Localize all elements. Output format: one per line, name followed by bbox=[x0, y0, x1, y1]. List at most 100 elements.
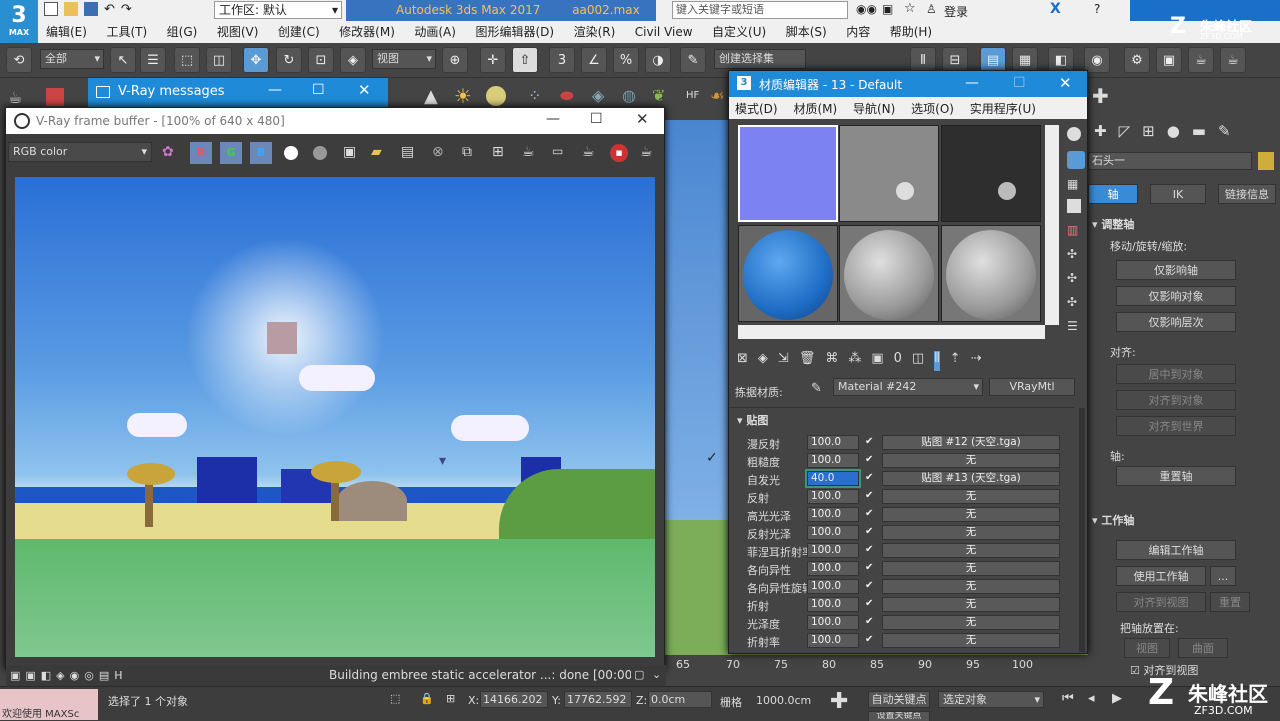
window-crossing-icon[interactable]: ◫ bbox=[206, 47, 232, 73]
backlight-icon[interactable] bbox=[1067, 151, 1085, 169]
map-enable-checkbox[interactable]: ✔ bbox=[865, 598, 876, 609]
user-icon[interactable]: ♙ bbox=[926, 2, 937, 16]
menu-group[interactable]: 组(G) bbox=[159, 21, 206, 42]
material-id-icon[interactable]: ▣ bbox=[871, 351, 883, 371]
percent-snap-icon[interactable]: % bbox=[613, 47, 639, 73]
map-enable-checkbox[interactable]: ✔ bbox=[865, 544, 876, 555]
map-slot-button[interactable]: 无 bbox=[882, 597, 1060, 612]
map-slot-button[interactable]: 无 bbox=[882, 453, 1060, 468]
map-enable-checkbox[interactable]: ✔ bbox=[865, 616, 876, 627]
tab-pivot[interactable]: 轴 bbox=[1088, 184, 1138, 204]
app-logo[interactable]: 3 MAX bbox=[0, 0, 38, 43]
uv-tiling-icon[interactable] bbox=[1067, 199, 1081, 213]
align-to-world-button[interactable]: 对齐到世界 bbox=[1116, 416, 1236, 436]
map-amount-field[interactable]: 100.0 bbox=[807, 615, 859, 630]
map-amount-field[interactable]: 100.0 bbox=[807, 543, 859, 558]
show-end-result-icon[interactable]: ⫴ bbox=[934, 351, 940, 371]
map-amount-field[interactable]: 40.0 bbox=[805, 469, 861, 488]
ornament-icon[interactable]: ◈ bbox=[592, 86, 604, 105]
maps-rollout-header[interactable]: ▾ 贴图 bbox=[737, 412, 768, 428]
maps-scrollbar[interactable] bbox=[1079, 408, 1085, 652]
grass-icon[interactable]: ❦ bbox=[652, 86, 665, 105]
move-icon[interactable]: ✥ bbox=[243, 47, 269, 73]
rendered-frame-icon[interactable]: ▣ bbox=[1156, 47, 1182, 73]
slots-scrollbar[interactable] bbox=[1045, 125, 1059, 325]
make-preview-icon[interactable]: ✣ bbox=[1067, 247, 1077, 261]
timeline-ruler[interactable]: 65 70 75 80 85 90 95 100 bbox=[660, 655, 1090, 675]
map-amount-field[interactable]: 100.0 bbox=[807, 525, 859, 540]
map-slot-button[interactable]: 贴图 #12 (天空.tga) bbox=[882, 435, 1060, 450]
map-enable-checkbox[interactable]: ✔ bbox=[865, 526, 876, 537]
edit-working-pivot-button[interactable]: 编辑工作轴 bbox=[1116, 540, 1236, 560]
map-enable-checkbox[interactable]: ✔ bbox=[865, 436, 876, 447]
stop-icon[interactable]: ■ bbox=[610, 144, 628, 162]
show-map-icon[interactable]: ◫ bbox=[912, 351, 924, 371]
mono-icon[interactable] bbox=[313, 146, 327, 160]
auto-key-button[interactable]: 自动关键点 bbox=[868, 691, 930, 708]
vfb-history-icon[interactable]: ▭ bbox=[552, 144, 563, 158]
edit-named-sets-icon[interactable]: ✎ bbox=[680, 47, 706, 73]
color-channels-icon[interactable]: ✿ bbox=[162, 144, 174, 160]
angle-snap-icon[interactable]: ∠ bbox=[581, 47, 607, 73]
open-icon[interactable] bbox=[64, 2, 78, 16]
modify-tab-icon[interactable]: ◸ bbox=[1119, 122, 1131, 148]
material-name-dropdown[interactable]: Material #242 ▾ bbox=[833, 378, 983, 396]
sample-type-icon[interactable] bbox=[1067, 127, 1081, 141]
sample-slot[interactable] bbox=[941, 125, 1041, 222]
map-enable-checkbox[interactable]: ✔ bbox=[865, 490, 876, 501]
teapot-icon[interactable]: ☕ bbox=[640, 144, 653, 160]
keyboard-shortcut-icon[interactable]: ⇧ bbox=[512, 47, 538, 73]
snaps-toggle-icon[interactable]: 3 bbox=[549, 47, 575, 73]
map-slot-button[interactable]: 无 bbox=[882, 489, 1060, 504]
map-enable-checkbox[interactable]: ✔ bbox=[865, 580, 876, 591]
set-key-button[interactable]: 设置关键点 bbox=[868, 711, 930, 721]
place-pivot-surface-button[interactable]: 曲面 bbox=[1178, 638, 1228, 658]
map-enable-checkbox[interactable]: ✔ bbox=[865, 634, 876, 645]
options-icon[interactable]: ✣ bbox=[1067, 271, 1077, 285]
map-slot-button[interactable]: 无 bbox=[882, 561, 1060, 576]
sun-icon[interactable]: ☀ bbox=[454, 84, 472, 108]
menu-content[interactable]: 内容 bbox=[838, 21, 878, 42]
close-icon[interactable]: ✕ bbox=[636, 110, 649, 128]
utilities-tab-icon[interactable]: ✎ bbox=[1218, 122, 1231, 148]
lock-icon[interactable]: 🔒 bbox=[420, 692, 434, 705]
green-channel-button[interactable]: G bbox=[220, 142, 242, 164]
sample-slot[interactable] bbox=[738, 225, 838, 322]
background-icon[interactable]: ▦ bbox=[1067, 177, 1078, 191]
chevron-down-icon[interactable]: ⌄ bbox=[652, 668, 661, 681]
map-slot-button[interactable]: 无 bbox=[882, 543, 1060, 558]
scale-icon[interactable]: ⊡ bbox=[308, 47, 334, 73]
select-by-name-icon[interactable]: ☰ bbox=[140, 47, 166, 73]
new-icon[interactable] bbox=[44, 2, 58, 16]
make-unique-icon[interactable]: ⌘ bbox=[825, 351, 838, 371]
sample-slot[interactable] bbox=[839, 125, 939, 222]
sample-slot[interactable] bbox=[941, 225, 1041, 322]
vray-messages-window[interactable]: V-Ray messages — ☐ ✕ bbox=[88, 78, 388, 110]
menu-views[interactable]: 视图(V) bbox=[209, 21, 267, 42]
delete-icon[interactable]: 🗑 bbox=[799, 351, 816, 371]
search-input[interactable]: 键入关键字或短语 bbox=[672, 1, 848, 19]
tab-link-info[interactable]: 链接信息 bbox=[1218, 184, 1276, 204]
reset-button[interactable]: 重置 bbox=[1210, 592, 1250, 612]
rotate-icon[interactable]: ↻ bbox=[276, 47, 302, 73]
map-slot-button[interactable]: 贴图 #13 (天空.tga) bbox=[882, 471, 1060, 486]
map-slot-button[interactable]: 无 bbox=[882, 579, 1060, 594]
reference-coord-dropdown[interactable]: 视图 ▾ bbox=[372, 49, 436, 69]
selection-filter-dropdown[interactable]: 全部 ▾ bbox=[40, 49, 104, 69]
material-navigator-icon[interactable]: ☰ bbox=[1067, 319, 1078, 333]
binoculars-icon[interactable]: ◉◉ bbox=[856, 2, 877, 16]
named-selection-dropdown[interactable]: 创建选择集 bbox=[714, 49, 806, 69]
minimize-icon[interactable]: — bbox=[268, 82, 282, 98]
material-type-button[interactable]: VRayMtl bbox=[989, 378, 1075, 396]
map-slot-button[interactable]: 无 bbox=[882, 633, 1060, 648]
material-editor-window[interactable]: 3 材质编辑器 - 13 - Default — ☐ ✕ 模式(D) 材质(M)… bbox=[728, 70, 1088, 654]
map-amount-field[interactable]: 100.0 bbox=[807, 507, 859, 522]
sample-slot[interactable] bbox=[839, 225, 939, 322]
menu-graph-editors[interactable]: 图形编辑器(D) bbox=[467, 21, 562, 42]
abs-mode-icon[interactable]: ⊞ bbox=[446, 692, 455, 705]
mat-menu-material[interactable]: 材质(M) bbox=[787, 97, 843, 120]
menu-customize[interactable]: 自定义(U) bbox=[704, 21, 774, 42]
material-id-zero-icon[interactable]: 0 bbox=[894, 351, 902, 371]
center-to-object-button[interactable]: 居中到对象 bbox=[1116, 364, 1236, 384]
render-production-icon[interactable]: ☕ bbox=[1188, 47, 1214, 73]
